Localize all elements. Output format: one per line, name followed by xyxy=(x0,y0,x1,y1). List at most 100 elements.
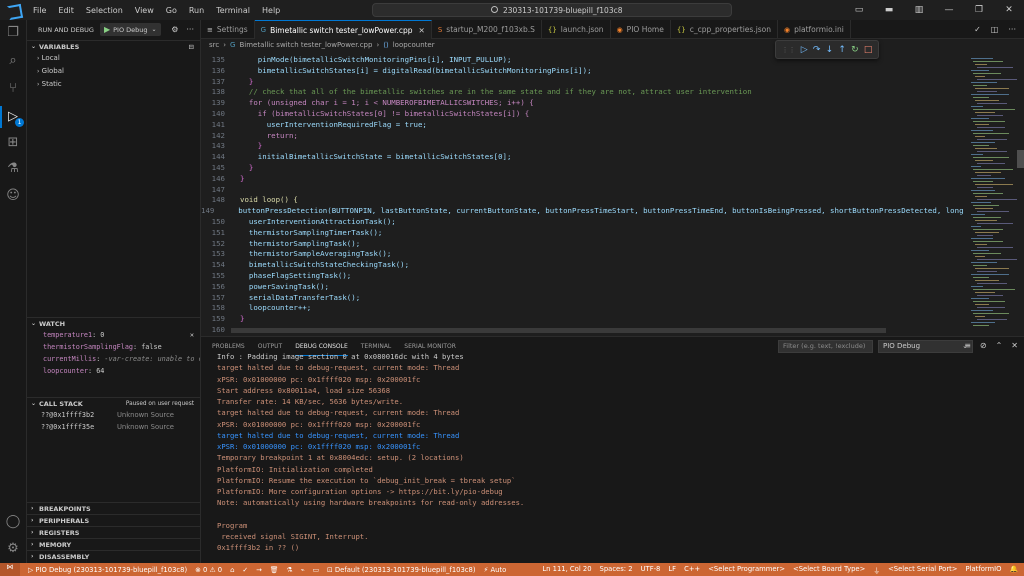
status-board[interactable]: <Select Board Type> xyxy=(793,565,865,575)
variables-scope-static[interactable]: › Static xyxy=(27,78,200,91)
breadcrumb-item[interactable]: loopcounter xyxy=(393,41,435,49)
remote-icon[interactable]: ⋈ xyxy=(0,563,20,576)
code-line[interactable]: 154 bimetallicSwitchStateCheckingTask(); xyxy=(201,260,963,271)
checkmark-icon[interactable]: ✓ xyxy=(974,25,981,34)
word-wrap-icon[interactable]: ≡ xyxy=(964,341,971,350)
code-line[interactable]: 150 userInterventionAttractionTask(); xyxy=(201,217,963,228)
search-icon[interactable]: ⌕ xyxy=(5,53,21,69)
explorer-icon[interactable]: ❐ xyxy=(5,25,21,41)
registers-section-header[interactable]: › REGISTERS xyxy=(27,526,200,538)
source-control-icon[interactable]: ⑂ xyxy=(5,81,21,97)
memory-section-header[interactable]: › MEMORY xyxy=(27,538,200,550)
tab-pio-home[interactable]: ◉ PIO Home xyxy=(611,20,671,39)
start-debug-icon[interactable]: ▶ xyxy=(104,25,110,34)
code-line[interactable]: 149 buttonPressDetection(BUTTONPIN, last… xyxy=(201,206,963,217)
breakpoints-section-header[interactable]: › BREAKPOINTS xyxy=(27,502,200,514)
peripherals-section-header[interactable]: › PERIPHERALS xyxy=(27,514,200,526)
menu-help[interactable]: Help xyxy=(256,6,286,15)
code-line[interactable]: 156 powerSavingTask(); xyxy=(201,282,963,293)
notifications-bell-icon[interactable]: 🔔 xyxy=(1010,565,1018,575)
customize-layout-icon[interactable]: ▥ xyxy=(904,5,934,15)
home-icon[interactable]: ⌂ xyxy=(230,566,234,574)
test-icon[interactable]: ⚗ xyxy=(286,566,292,574)
status-problems[interactable]: ⊗ 0 ⚠ 0 xyxy=(195,566,222,574)
code-line[interactable]: 142 return; xyxy=(201,131,963,142)
split-editor-icon[interactable]: ◫ xyxy=(991,25,999,34)
callstack-frame[interactable]: ??@0x1ffff3b2 Unknown Source xyxy=(27,409,200,421)
platformio-icon[interactable]: ☺ xyxy=(5,188,21,204)
menu-file[interactable]: File xyxy=(27,6,52,15)
serial-monitor-icon[interactable]: ⌁ xyxy=(301,566,305,574)
run-debug-icon[interactable]: ▷ 1 xyxy=(0,106,24,128)
code-line[interactable]: 141 userInterventionRequiredFlag = true; xyxy=(201,120,963,131)
watch-item[interactable]: thermistorSamplingFlag: false xyxy=(27,341,200,353)
build-icon[interactable]: ✓ xyxy=(242,566,248,574)
code-line[interactable]: 138 // check that all of the bimetallic … xyxy=(201,87,963,98)
extensions-icon[interactable]: ⊞ xyxy=(5,135,21,151)
status-language[interactable]: C++ xyxy=(684,565,700,575)
callstack-frame[interactable]: ??@0x1ffff35e Unknown Source xyxy=(27,421,200,433)
remove-watch-icon[interactable]: ✕ xyxy=(190,329,194,341)
minimap[interactable] xyxy=(969,55,1019,336)
more-actions-icon[interactable]: ··· xyxy=(1008,25,1016,34)
toggle-layout-icon[interactable]: ▭ xyxy=(844,5,874,15)
code-line[interactable]: 146} xyxy=(201,174,963,185)
watch-section-header[interactable]: ⌄ WATCH xyxy=(27,317,200,329)
continue-icon[interactable]: ▷ xyxy=(801,45,808,55)
menu-edit[interactable]: Edit xyxy=(52,6,80,15)
menu-selection[interactable]: Selection xyxy=(80,6,129,15)
testing-icon[interactable]: ⚗ xyxy=(5,161,21,177)
stop-icon[interactable]: □ xyxy=(864,45,873,55)
more-actions-icon[interactable]: ··· xyxy=(186,25,194,34)
status-debug-session[interactable]: ▷ PIO Debug (230313-101739-bluepill_f103… xyxy=(28,566,187,574)
tab-settings[interactable]: ≡ Settings xyxy=(201,20,255,39)
manage-gear-icon[interactable]: ⚙ xyxy=(5,541,21,557)
menu-view[interactable]: View xyxy=(129,6,160,15)
variables-scope-global[interactable]: › Global xyxy=(27,65,200,78)
menu-run[interactable]: Run xyxy=(183,6,210,15)
callstack-section-header[interactable]: ⌄ CALL STACK Paused on user request xyxy=(27,397,200,409)
watch-item[interactable]: currentMillis: -var-create: unable to cr… xyxy=(27,353,200,365)
tab-bimetallic-cpp[interactable]: G Bimetallic switch tester_lowPower.cpp ✕ xyxy=(254,20,432,39)
code-line[interactable]: 155 phaseFlagSettingTask(); xyxy=(201,271,963,282)
watch-item[interactable]: loopcounter: 64 xyxy=(27,365,200,377)
code-line[interactable]: 136 bimetallicSwitchStates[i] = digitalR… xyxy=(201,66,963,77)
close-panel-icon[interactable]: ✕ xyxy=(1011,341,1018,350)
editor-vertical-scrollbar[interactable] xyxy=(1017,55,1024,336)
menu-go[interactable]: Go xyxy=(160,6,183,15)
menu-terminal[interactable]: Terminal xyxy=(210,6,256,15)
disassembly-section-header[interactable]: › DISASSEMBLY xyxy=(27,550,200,562)
step-into-icon[interactable]: ↓ xyxy=(826,45,834,55)
settings-gear-icon[interactable]: ⚙ xyxy=(171,25,178,34)
status-eol[interactable]: LF xyxy=(668,565,676,575)
status-env[interactable]: ⊡ Default (230313-101739-bluepill_f103c8… xyxy=(327,566,475,574)
code-line[interactable]: 157 serialDataTransferTask(); xyxy=(201,293,963,304)
tab-startup-asm[interactable]: Sstartup_M200_f103xb.S xyxy=(432,20,542,39)
code-line[interactable]: 145 } xyxy=(201,163,963,174)
step-out-icon[interactable]: ↑ xyxy=(838,45,846,55)
variables-section-header[interactable]: ⌄ VARIABLES ⊟ xyxy=(27,40,200,52)
code-line[interactable]: 143 } xyxy=(201,141,963,152)
code-line[interactable]: 140 if (bimetallicSwitchStates[0] != bim… xyxy=(201,109,963,120)
code-line[interactable]: 144 initialBimetallicSwitchState = bimet… xyxy=(201,152,963,163)
code-line[interactable]: 139 for (unsigned char i = 1; i < NUMBER… xyxy=(201,98,963,109)
command-center-search[interactable]: 230313-101739-bluepill_f103c8 xyxy=(372,3,732,17)
status-programmer[interactable]: <Select Programmer> xyxy=(708,565,785,575)
upload-icon[interactable]: → xyxy=(256,566,262,574)
breadcrumb-item[interactable]: src xyxy=(209,41,219,49)
close-tab-icon[interactable]: ✕ xyxy=(419,26,425,35)
terminal-icon[interactable]: ▭ xyxy=(313,566,319,574)
tab-c-cpp-properties[interactable]: {} c_cpp_properties.json xyxy=(671,20,779,39)
code-line[interactable]: 148 void loop() { xyxy=(201,195,963,206)
status-encoding[interactable]: UTF-8 xyxy=(641,565,661,575)
status-indentation[interactable]: Spaces: 2 xyxy=(600,565,633,575)
status-cursor-position[interactable]: Ln 111, Col 20 xyxy=(542,565,591,575)
status-serial-port[interactable]: <Select Serial Port> xyxy=(888,565,957,575)
variables-scope-local[interactable]: › Local xyxy=(27,52,200,65)
step-over-icon[interactable]: ↷ xyxy=(813,45,821,55)
maximize-icon[interactable]: ❐ xyxy=(964,5,994,15)
editor-horizontal-scrollbar[interactable] xyxy=(231,328,886,333)
scroll-thumb[interactable] xyxy=(1017,150,1024,168)
code-editor[interactable]: 135 pinMode(bimetallicSwitchMonitoringPi… xyxy=(201,55,963,336)
debug-config-select[interactable]: ▶ PIO Debug ⌄ xyxy=(99,23,161,36)
